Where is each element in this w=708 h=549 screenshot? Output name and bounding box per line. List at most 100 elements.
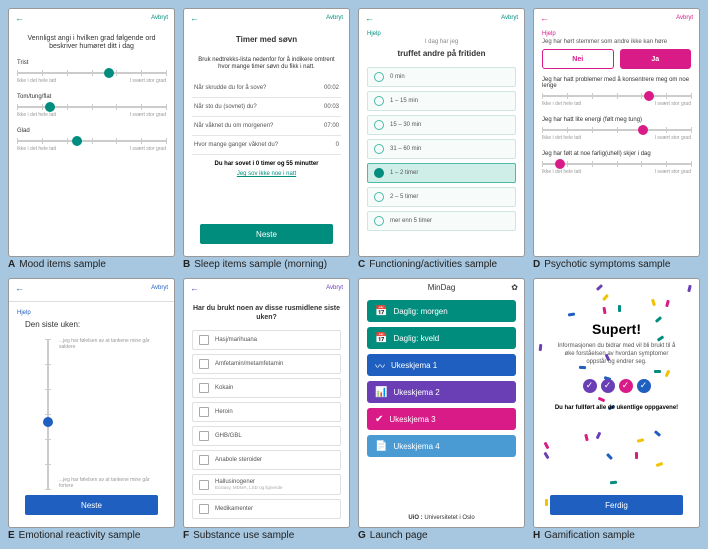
vertical-slider[interactable]: ...jeg har følelsen av at tankene mine g… <box>47 339 146 489</box>
slider-track[interactable] <box>17 106 166 108</box>
back-icon[interactable]: ← <box>540 13 549 23</box>
radio-option[interactable]: 15 – 30 min <box>367 115 516 135</box>
launch-tile[interactable]: 📅Daglig: kveld <box>367 327 516 349</box>
radio-icon <box>374 96 384 106</box>
help-link[interactable]: Hjelp <box>367 31 516 37</box>
slider-label: Jeg har hatt problemer med å konsentrere… <box>542 77 691 89</box>
slider-track[interactable] <box>542 129 691 131</box>
check-badge: ✓ <box>601 379 615 393</box>
radio-option[interactable]: 2 – 5 timer <box>367 187 516 207</box>
slider-track[interactable] <box>17 72 166 74</box>
panel-c: ← Avbryt Hjelp I dag har jeg truffet and… <box>358 8 525 270</box>
launch-tile[interactable]: 📄Ukeskjema 4 <box>367 435 516 457</box>
tile-icon: 📅 <box>375 333 387 344</box>
back-icon[interactable]: ← <box>190 283 199 293</box>
slider-track[interactable] <box>542 163 691 165</box>
slider-thumb[interactable] <box>43 417 53 427</box>
radio-option[interactable]: 0 min <box>367 67 516 87</box>
checkbox-icon <box>199 383 209 393</box>
done-button[interactable]: Ferdig <box>550 495 683 515</box>
radio-icon <box>374 168 384 178</box>
page-title: Timer med søvn <box>192 35 341 45</box>
slider-thumb[interactable] <box>644 91 654 101</box>
next-button[interactable]: Neste <box>200 224 333 244</box>
cancel-button[interactable]: Avbryt <box>676 15 693 21</box>
sleep-row[interactable]: Når sto du (sovnet) du?00:03 <box>192 98 341 117</box>
radio-option[interactable]: mer enn 5 timer <box>367 211 516 231</box>
radio-icon <box>374 72 384 82</box>
checkbox-icon <box>199 359 209 369</box>
cancel-button[interactable]: Avbryt <box>501 15 518 21</box>
cancel-button[interactable]: Avbryt <box>326 285 343 291</box>
checkbox-option[interactable]: Anabole steroider <box>192 450 341 470</box>
figure-grid: ← Avbryt Vennligst angi i hvilken grad f… <box>0 0 708 549</box>
tile-icon: 📅 <box>375 306 387 317</box>
tile-icon: ✔ <box>375 414 383 425</box>
next-button[interactable]: Neste <box>25 495 158 515</box>
slider-track[interactable] <box>542 95 691 97</box>
congrats-title: Supert! <box>542 321 691 337</box>
panel-g: MinDag ✿ 📅Daglig: morgen 📅Daglig: kveld 〰U… <box>358 278 525 541</box>
back-icon[interactable]: ← <box>15 13 24 23</box>
checkbox-option[interactable]: HallusinogenerEcstasy, MDMA, LSD og lign… <box>192 474 341 495</box>
no-button[interactable]: Nei <box>542 49 614 69</box>
sleep-row[interactable]: Hvor mange ganger våknet du?0 <box>192 136 341 155</box>
radio-icon <box>374 192 384 202</box>
tile-icon: 📄 <box>375 441 387 452</box>
checkbox-option[interactable]: GHB/GBL <box>192 426 341 446</box>
slider-label: Jeg har hatt lite energi (følt meg tung) <box>542 117 691 123</box>
sleep-row[interactable]: Når skrudde du for å sove?00:02 <box>192 79 341 98</box>
slider-thumb[interactable] <box>72 136 82 146</box>
prompt-text: Vennligst angi i hvilken grad følgende o… <box>17 35 166 52</box>
panel-f: ← Avbryt Har du brukt noen av disse rusm… <box>183 278 350 541</box>
slider-thumb[interactable] <box>638 125 648 135</box>
cancel-button[interactable]: Avbryt <box>326 15 343 21</box>
yes-button[interactable]: Ja <box>620 49 692 69</box>
no-sleep-link[interactable]: Jeg sov ikke noe i natt <box>192 171 341 177</box>
launch-tile[interactable]: 📊Ukeskjema 2 <box>367 381 516 403</box>
launch-tile[interactable]: ✔Ukeskjema 3 <box>367 408 516 430</box>
checkbox-icon <box>199 455 209 465</box>
radio-icon <box>374 120 384 130</box>
gear-icon[interactable]: ✿ <box>511 283 518 292</box>
launch-tile[interactable]: 〰Ukeskjema 1 <box>367 354 516 376</box>
launch-tile[interactable]: 📅Daglig: morgen <box>367 300 516 322</box>
help-link[interactable]: Hjelp <box>542 31 691 37</box>
checkbox-option[interactable]: Kokain <box>192 378 341 398</box>
checkbox-option[interactable]: Heroin <box>192 402 341 422</box>
back-icon[interactable]: ← <box>365 13 374 23</box>
app-title: MinDag <box>428 283 456 292</box>
check-badge: ✓ <box>619 379 633 393</box>
slider-thumb[interactable] <box>104 68 114 78</box>
checkbox-option[interactable]: Amfetamin/metamfetamin <box>192 354 341 374</box>
help-link[interactable]: Hjelp <box>17 310 166 316</box>
sleep-summary: Du har sovet i 0 timer og 55 minutter <box>192 161 341 167</box>
cancel-button[interactable]: Avbryt <box>151 15 168 21</box>
sleep-row[interactable]: Når våknet du om morgenen?07:00 <box>192 117 341 136</box>
footer-logo: UiO : Universitetet i Oslo <box>359 515 524 527</box>
radio-icon <box>374 144 384 154</box>
slider-thumb[interactable] <box>555 159 565 169</box>
slider-thumb[interactable] <box>45 102 55 112</box>
radio-option[interactable]: 31 – 60 min <box>367 139 516 159</box>
slider-label: Trist <box>17 60 166 66</box>
slider-label: Glad <box>17 128 166 134</box>
check-badge: ✓ <box>637 379 651 393</box>
radio-option[interactable]: 1 – 2 timer <box>367 163 516 183</box>
panel-e: ← Avbryt Hjelp Den siste uken: ...jeg ha… <box>8 278 175 541</box>
panel-h: Supert! Informasjonen du bidrar med vil … <box>533 278 700 541</box>
checkbox-icon <box>199 335 209 345</box>
panel-b: ← Avbryt Timer med søvn Bruk nedtrekks-l… <box>183 8 350 270</box>
radio-option[interactable]: 1 – 15 min <box>367 91 516 111</box>
back-icon[interactable]: ← <box>190 13 199 23</box>
cancel-button[interactable]: Avbryt <box>151 285 168 291</box>
checkbox-option[interactable]: Hasj/marihuana <box>192 330 341 350</box>
back-icon[interactable]: ← <box>15 283 24 293</box>
slider-track[interactable] <box>17 140 166 142</box>
panel-a: ← Avbryt Vennligst angi i hvilken grad f… <box>8 8 175 270</box>
tile-icon: 📊 <box>375 387 387 398</box>
panel-d: ← Avbryt Hjelp Jeg har hørt stemmer som … <box>533 8 700 270</box>
checkbox-option[interactable]: Medikamenter <box>192 499 341 519</box>
radio-icon <box>374 216 384 226</box>
checkbox-icon <box>199 407 209 417</box>
